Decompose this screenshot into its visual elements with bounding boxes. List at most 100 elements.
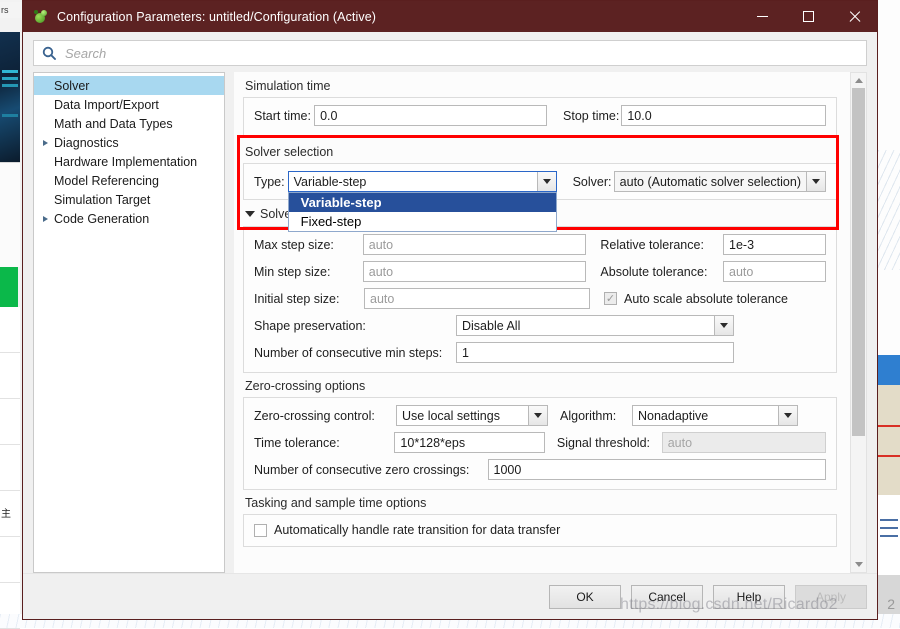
solver-settings-pane: Simulation time Start time: 0.0 Stop tim…	[234, 72, 850, 573]
initial-step-size-input[interactable]: auto	[364, 288, 590, 309]
configuration-parameters-dialog: Configuration Parameters: untitled/Confi…	[22, 0, 878, 620]
simulation-time-row: Start time: 0.0 Stop time: 10.0	[254, 105, 826, 126]
sidebar-item-label: Code Generation	[52, 212, 149, 226]
sidebar-item-data-import-export[interactable]: Data Import/Export	[34, 95, 224, 114]
algorithm-value: Nonadaptive	[633, 409, 778, 423]
auto-scale-absolute-tolerance-checkbox[interactable]: ✓	[604, 292, 617, 305]
chevron-down-icon	[245, 211, 255, 217]
rate-transition-checkbox[interactable]	[254, 524, 267, 537]
consecutive-zero-crossings-label: Number of consecutive zero crossings:	[254, 463, 488, 477]
consecutive-zero-crossings-row: Number of consecutive zero crossings: 10…	[254, 459, 826, 480]
option-fixed-step[interactable]: Fixed-step	[289, 212, 556, 231]
tasking-title: Tasking and sample time options	[243, 490, 837, 514]
sidebar-item-simulation-target[interactable]: Simulation Target	[34, 190, 224, 209]
auto-scale-absolute-tolerance-label: Auto scale absolute tolerance	[624, 292, 788, 306]
minimize-button[interactable]	[739, 1, 785, 32]
chevron-down-icon[interactable]	[714, 316, 733, 335]
dialog-body: Solver Data Import/Export Math and Data …	[23, 72, 877, 573]
initial-step-row: Initial step size: auto ✓ Auto scale abs…	[254, 288, 826, 309]
cancel-button[interactable]: Cancel	[631, 585, 703, 609]
sidebar-item-solver[interactable]: Solver	[34, 76, 224, 95]
time-tolerance-row: Time tolerance: 10*128*eps Signal thresh…	[254, 432, 826, 453]
max-step-row: Max step size: auto Relative tolerance: …	[254, 234, 826, 255]
solver-dropdown[interactable]: auto (Automatic solver selection)	[614, 171, 826, 192]
sidebar-item-label: Solver	[52, 79, 89, 93]
solver-type-options-list[interactable]: Variable-step Fixed-step	[288, 192, 557, 232]
background-thumbnail	[0, 32, 20, 162]
min-step-row: Min step size: auto Absolute tolerance: …	[254, 261, 826, 282]
background-green-block	[0, 267, 18, 307]
consecutive-zero-crossings-input[interactable]: 1000	[488, 459, 827, 480]
solver-label: Solver:	[573, 175, 614, 189]
solver-type-dropdown[interactable]: Variable-step	[288, 171, 557, 192]
chevron-down-icon[interactable]	[528, 406, 547, 425]
solver-selection-group: Solver selection Type: Variable-step Var…	[243, 139, 837, 224]
background-beige-block	[878, 385, 900, 495]
algorithm-label: Algorithm:	[560, 409, 632, 423]
background-text: 主	[1, 505, 11, 520]
help-button[interactable]: Help	[713, 585, 785, 609]
consecutive-min-steps-label: Number of consecutive min steps:	[254, 346, 456, 360]
chevron-down-icon[interactable]	[537, 172, 556, 191]
min-step-size-input[interactable]: auto	[363, 261, 587, 282]
main-pane-wrapper: Simulation time Start time: 0.0 Stop tim…	[234, 72, 867, 573]
sidebar-item-math-and-data-types[interactable]: Math and Data Types	[34, 114, 224, 133]
scroll-up-button[interactable]	[851, 73, 866, 88]
sidebar-item-label: Math and Data Types	[52, 117, 173, 131]
main-pane-scrollbar[interactable]	[850, 72, 867, 573]
tasking-box: Automatically handle rate transition for…	[243, 514, 837, 547]
max-step-size-label: Max step size:	[254, 238, 363, 252]
sidebar-item-diagnostics[interactable]: Diagnostics	[34, 133, 224, 152]
shape-preservation-dropdown[interactable]: Disable All	[456, 315, 734, 336]
maximize-button[interactable]	[785, 1, 831, 32]
solver-details-group: Max step size: auto Relative tolerance: …	[243, 226, 837, 373]
max-step-size-input[interactable]: auto	[363, 234, 587, 255]
zero-crossing-title: Zero-crossing options	[243, 373, 837, 397]
scroll-down-button[interactable]	[851, 557, 866, 572]
chevron-right-icon[interactable]	[38, 216, 52, 222]
rate-transition-label: Automatically handle rate transition for…	[274, 523, 560, 537]
time-tolerance-label: Time tolerance:	[254, 436, 394, 450]
chevron-right-icon[interactable]	[38, 140, 52, 146]
background-number: 2	[887, 596, 895, 612]
zero-crossing-control-dropdown[interactable]: Use local settings	[396, 405, 548, 426]
stop-time-input[interactable]: 10.0	[621, 105, 826, 126]
sidebar-item-code-generation[interactable]: Code Generation	[34, 209, 224, 228]
zero-crossing-control-value: Use local settings	[397, 409, 528, 423]
search-icon	[42, 46, 56, 60]
start-time-label: Start time:	[254, 109, 314, 123]
desktop-right-strip: 2	[876, 0, 900, 628]
dialog-footer: OK Cancel Help Apply	[23, 573, 877, 619]
ok-button[interactable]: OK	[549, 585, 621, 609]
chevron-down-icon[interactable]	[778, 406, 797, 425]
shape-preservation-row: Shape preservation: Disable All	[254, 315, 826, 336]
consecutive-min-steps-input[interactable]: 1	[456, 342, 734, 363]
window-title: Configuration Parameters: untitled/Confi…	[57, 10, 376, 24]
search-input[interactable]	[63, 45, 858, 62]
start-time-input[interactable]: 0.0	[314, 105, 547, 126]
sidebar-item-model-referencing[interactable]: Model Referencing	[34, 171, 224, 190]
sidebar-item-hardware-implementation[interactable]: Hardware Implementation	[34, 152, 224, 171]
background-white-block	[878, 495, 900, 575]
settings-tree[interactable]: Solver Data Import/Export Math and Data …	[33, 72, 225, 573]
solver-selection-box: Type: Variable-step Variable-step Fixed-…	[243, 163, 837, 200]
zero-crossing-group: Zero-crossing options Zero-crossing cont…	[243, 373, 837, 490]
zero-crossing-control-label: Zero-crossing control:	[254, 409, 396, 423]
absolute-tolerance-input[interactable]: auto	[723, 261, 826, 282]
close-icon[interactable]	[831, 1, 877, 32]
solver-value: auto (Automatic solver selection)	[615, 175, 806, 189]
chevron-down-icon[interactable]	[806, 172, 825, 191]
algorithm-dropdown[interactable]: Nonadaptive	[632, 405, 798, 426]
shape-preservation-value: Disable All	[457, 319, 714, 333]
type-label: Type:	[254, 175, 288, 189]
search-box[interactable]	[33, 40, 867, 66]
search-row	[23, 32, 877, 72]
relative-tolerance-input[interactable]: 1e-3	[723, 234, 826, 255]
scrollbar-thumb[interactable]	[852, 88, 865, 436]
simulink-icon	[33, 9, 49, 25]
option-variable-step[interactable]: Variable-step	[289, 193, 556, 212]
relative-tolerance-label: Relative tolerance:	[600, 238, 723, 252]
time-tolerance-input[interactable]: 10*128*eps	[394, 432, 544, 453]
type-combo-wrapper: Variable-step Variable-step Fixed-step	[288, 171, 557, 192]
desktop-left-strip: rs 主	[0, 0, 22, 628]
